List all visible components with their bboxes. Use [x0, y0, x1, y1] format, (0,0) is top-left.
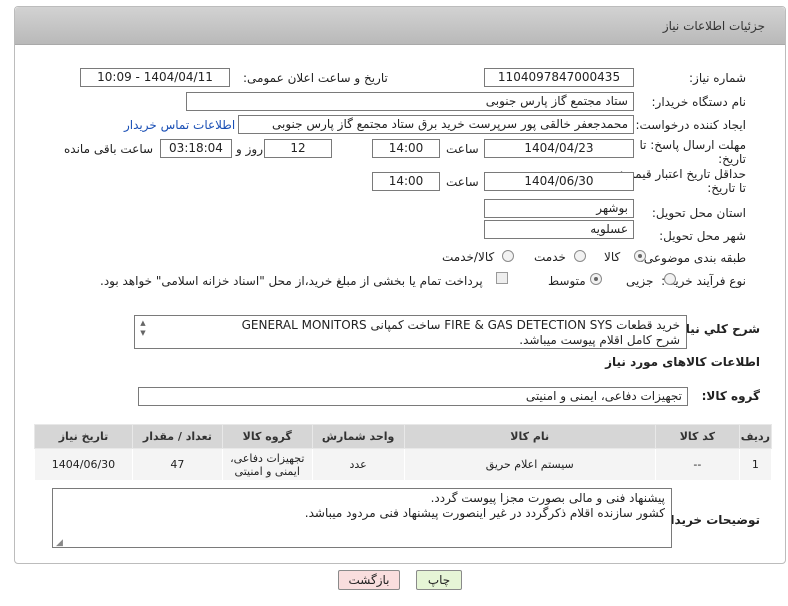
process-minor-label: جزیی [626, 274, 654, 288]
cell-unit: عدد [311, 448, 405, 481]
table-header-row: ردیف کد کالا نام کالا واحد شمارش گروه کا… [34, 424, 773, 449]
need-number-field[interactable]: 1104097847000435 [484, 68, 634, 87]
days-field[interactable]: 12 [264, 139, 332, 158]
resize-grip-icon[interactable]: ◢ [56, 538, 63, 548]
goods-group-label: گروه کالا: [701, 389, 760, 403]
panel-title: جزئیات اطلاعات نیاز [662, 19, 765, 33]
col-group-header: گروه کالا [221, 424, 313, 449]
announce-date-label: تاریخ و ساعت اعلان عمومی: [243, 71, 388, 85]
creator-label: ایجاد کننده درخواست: [635, 118, 746, 132]
price-valid-date-field[interactable]: 1404/06/30 [484, 172, 634, 191]
process-medium-label: متوسط [548, 274, 586, 288]
buyer-notes-label: توضیحات خریدار: [658, 513, 760, 527]
cell-group: تجهیزات دفاعی، ایمنی و امنیتی [221, 448, 313, 481]
cell-qty: 47 [131, 448, 223, 481]
city-label: شهر محل تحویل: [659, 229, 746, 243]
goods-group-field[interactable]: تجهیزات دفاعی، ایمنی و امنیتی [138, 387, 688, 406]
contact-info-link[interactable]: اطلاعات تماس خریدار [124, 118, 235, 132]
announce-date-field[interactable]: 1404/04/11 - 10:09 [80, 68, 230, 87]
col-row-header: ردیف [738, 424, 773, 449]
cell-code: -- [654, 448, 740, 481]
cell-row: 1 [738, 448, 773, 481]
deadline-label-2: تاریخ: [718, 152, 746, 166]
remaining-time-field[interactable]: 03:18:04 [160, 139, 232, 158]
description-line-1: خرید قطعات FIRE & GAS DETECTION SYS ساخت… [241, 318, 680, 332]
treasury-payment-checkbox[interactable] [496, 272, 508, 284]
category-both-radio[interactable] [502, 250, 514, 262]
col-date-header: تاریخ نیاز [34, 424, 133, 449]
need-number-label: شماره نیاز: [689, 71, 746, 85]
cell-name: سیستم اعلام حریق [403, 448, 656, 481]
province-label: استان محل تحویل: [651, 206, 746, 220]
goods-info-title: اطلاعات کالاهای مورد نیاز [605, 355, 760, 369]
panel-header: جزئیات اطلاعات نیاز [15, 7, 785, 45]
price-valid-label: حداقل تاریخ اعتبار قیمت: [619, 167, 746, 181]
price-valid-time-label: ساعت [446, 175, 479, 189]
table-row[interactable]: 1 -- سیستم اعلام حریق عدد تجهیزات دفاعی،… [34, 448, 773, 481]
buyer-notes-line-2: کشور سازنده اقلام ذکرگردد در غیر اینصورت… [304, 506, 665, 520]
city-field[interactable]: عسلویه [484, 220, 634, 239]
deadline-label: مهلت ارسال پاسخ: تا [639, 138, 746, 152]
back-button[interactable]: بازگشت [338, 570, 400, 590]
days-label: روز و [236, 142, 263, 156]
category-goods-radio[interactable] [634, 250, 646, 262]
print-button[interactable]: چاپ [416, 570, 462, 590]
creator-field[interactable]: محمدجعفر خالقی پور سرپرست خرید برق ستاد … [238, 115, 634, 134]
buyer-notes-textarea[interactable]: پیشنهاد فنی و مالی بصورت مجزا پیوست گردد… [52, 488, 672, 548]
category-both-label: کالا/خدمت [442, 250, 495, 264]
category-goods-label: کالا [604, 250, 621, 264]
deadline-date-field[interactable]: 1404/04/23 [484, 139, 634, 158]
description-textarea[interactable]: خرید قطعات FIRE & GAS DETECTION SYS ساخت… [134, 315, 687, 349]
col-name-header: نام کالا [403, 424, 656, 449]
price-valid-label-2: تا تاریخ: [707, 181, 746, 195]
price-valid-time-field[interactable]: 14:00 [372, 172, 440, 191]
deadline-time-label: ساعت [446, 142, 479, 156]
buyer-org-label: نام دستگاه خریدار: [651, 95, 747, 109]
items-table: ردیف کد کالا نام کالا واحد شمارش گروه کا… [34, 424, 773, 481]
province-field[interactable]: بوشهر [484, 199, 634, 218]
category-service-radio[interactable] [574, 250, 586, 262]
col-qty-header: تعداد / مقدار [131, 424, 223, 449]
deadline-time-field[interactable]: 14:00 [372, 139, 440, 158]
cell-date: 1404/06/30 [34, 448, 133, 481]
buyer-notes-line-1: پیشنهاد فنی و مالی بصورت مجزا پیوست گردد… [430, 491, 665, 505]
col-unit-header: واحد شمارش [311, 424, 405, 449]
col-code-header: کد کالا [654, 424, 740, 449]
treasury-payment-note: پرداخت تمام یا بخشی از مبلغ خرید،از محل … [100, 274, 483, 288]
buyer-org-field[interactable]: ستاد مجتمع گاز پارس جنوبی [186, 92, 634, 111]
category-label: طبقه بندی موضوعی: [639, 251, 746, 265]
remaining-label: ساعت باقی مانده [64, 142, 154, 156]
description-line-2: شرح کامل اقلام پیوست میباشد. [519, 333, 680, 347]
process-medium-radio[interactable] [590, 273, 602, 285]
process-minor-radio[interactable] [664, 273, 676, 285]
category-service-label: خدمت [534, 250, 566, 264]
description-scroll-arrows[interactable]: ▲ ▼ [138, 318, 148, 346]
